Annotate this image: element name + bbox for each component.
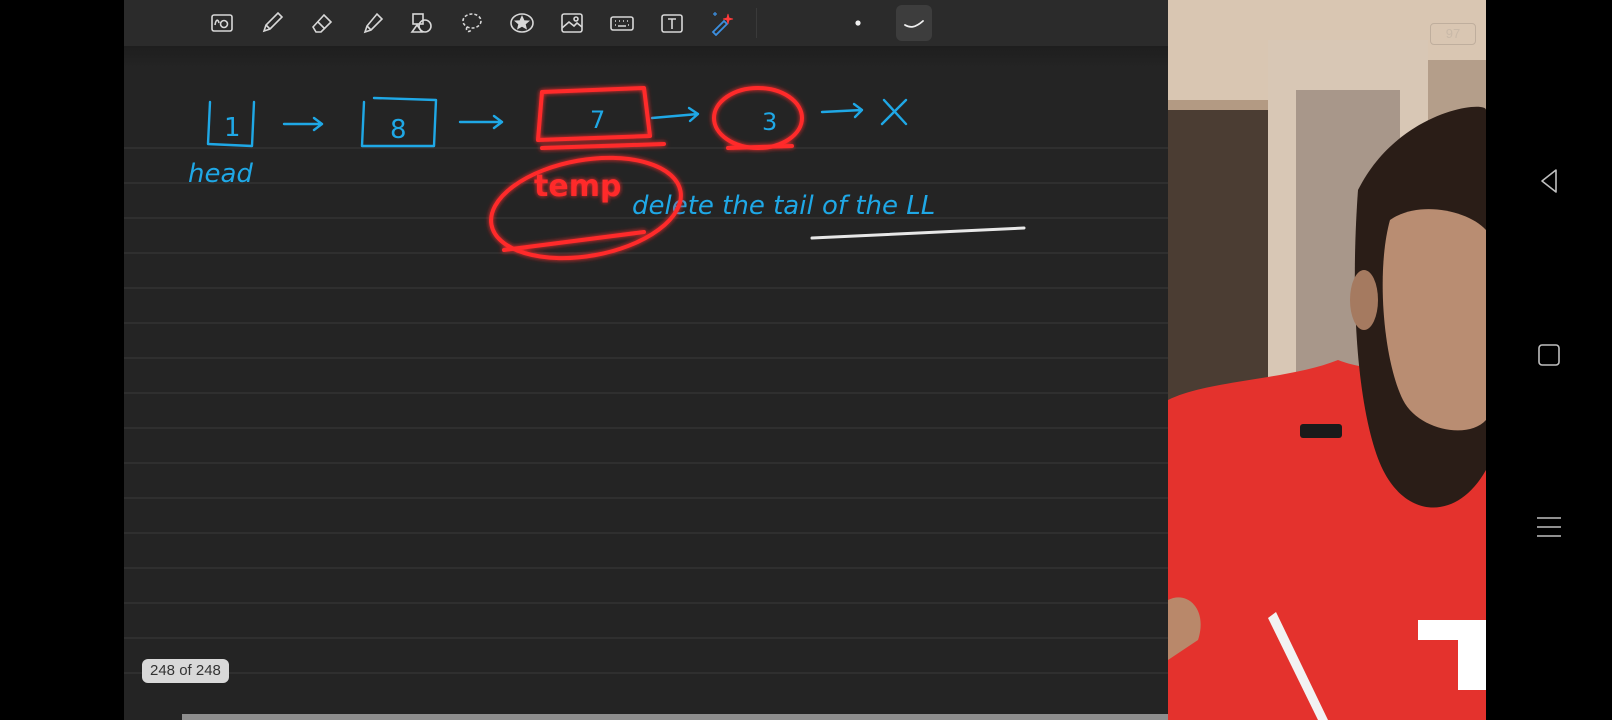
notes-app[interactable]: 1 8 7 3 head delete the tail of the LL t… xyxy=(124,0,1168,720)
laser-pointer-icon[interactable] xyxy=(706,7,738,39)
page-counter: 248 of 248 xyxy=(142,659,229,683)
toolbar-divider xyxy=(756,8,757,38)
lasso-icon[interactable] xyxy=(456,7,488,39)
presenter-video-frame xyxy=(1168,0,1486,720)
text-box-icon[interactable] xyxy=(656,7,688,39)
zoom-window-icon[interactable] xyxy=(206,7,238,39)
stroke-size-dot[interactable] xyxy=(842,7,874,39)
curve-stroke-icon[interactable] xyxy=(896,5,932,41)
node-label-8: 8 xyxy=(390,115,407,145)
box-underline xyxy=(540,142,666,150)
sticker-icon[interactable] xyxy=(506,7,538,39)
arrow-3 xyxy=(650,106,700,123)
arrow-4 xyxy=(820,102,864,119)
highlighter-icon[interactable] xyxy=(356,7,388,39)
toolbar xyxy=(124,0,1168,46)
node-label-7: 7 xyxy=(590,106,605,134)
head-label: head xyxy=(188,159,253,189)
highlight-circle-3 xyxy=(712,86,804,150)
toolbar-shadow xyxy=(124,46,1168,68)
menu-icon[interactable] xyxy=(1534,512,1564,542)
eraser-icon[interactable] xyxy=(306,7,338,39)
image-icon[interactable] xyxy=(556,7,588,39)
null-x xyxy=(880,98,908,126)
screen: 1 8 7 3 head delete the tail of the LL t… xyxy=(0,0,1612,720)
handwriting-canvas[interactable]: 1 8 7 3 head delete the tail of the LL t… xyxy=(124,0,1168,720)
webcam-video: 97 xyxy=(1168,0,1486,720)
pen-icon[interactable] xyxy=(256,7,288,39)
temp-label: temp xyxy=(534,169,621,204)
node-label-1: 1 xyxy=(224,113,241,143)
video-badge: 97 xyxy=(1430,23,1476,45)
back-icon[interactable] xyxy=(1534,166,1564,196)
node-label-3: 3 xyxy=(762,108,777,136)
horizontal-scrollbar[interactable] xyxy=(182,714,1168,720)
highlight-underline-3 xyxy=(726,144,794,150)
arrow-1 xyxy=(282,116,324,132)
shapes-icon[interactable] xyxy=(406,7,438,39)
keyboard-icon[interactable] xyxy=(606,7,638,39)
android-nav-bar xyxy=(1486,0,1612,720)
underline xyxy=(810,226,1026,240)
arrow-2 xyxy=(458,114,504,130)
recent-apps-icon[interactable] xyxy=(1534,340,1564,370)
